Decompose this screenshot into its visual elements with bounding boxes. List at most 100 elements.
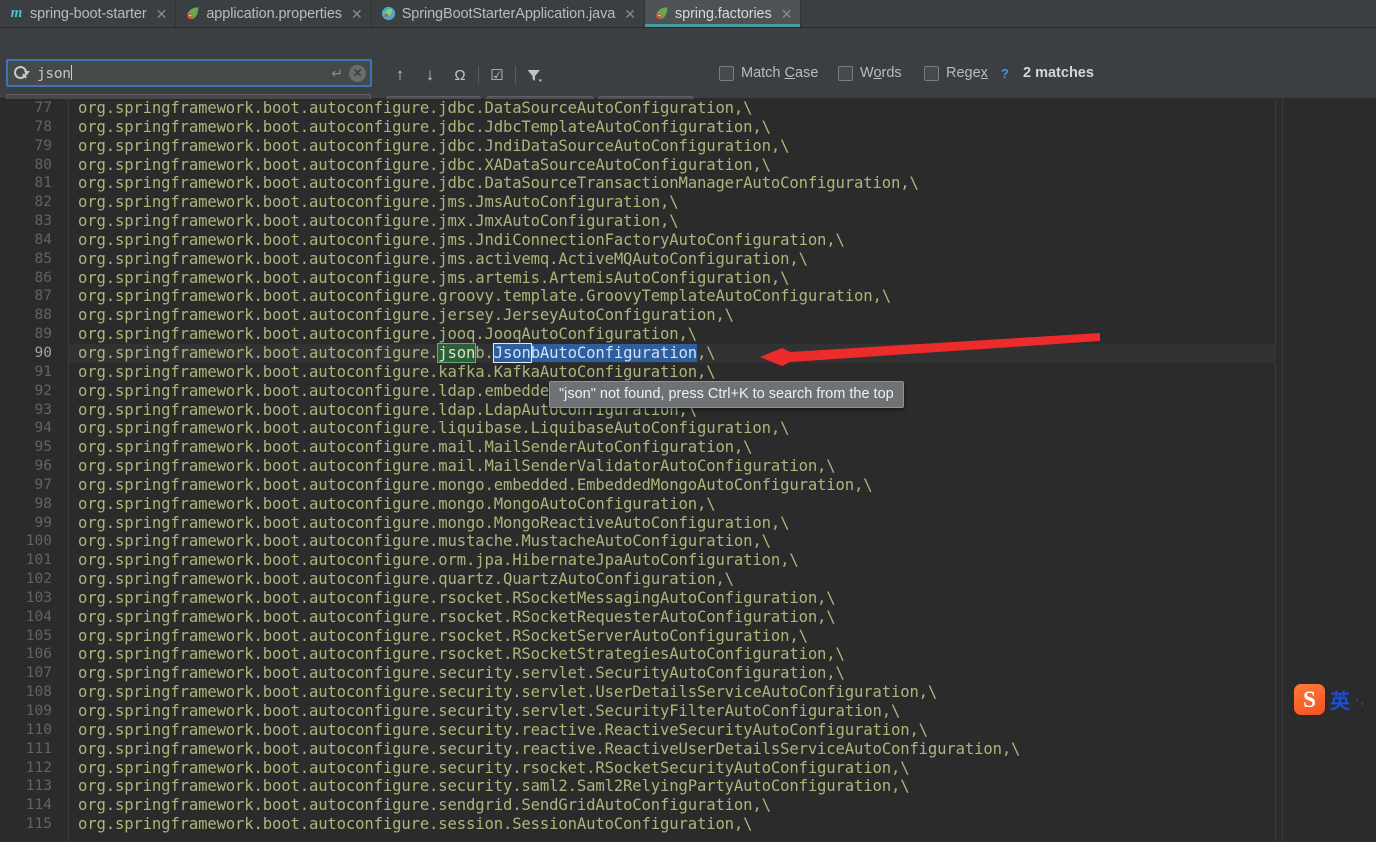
- code-line[interactable]: 83 org.springframework.boot.autoconfigure…: [0, 212, 1376, 231]
- code-line[interactable]: 85org.springframework.boot.autoconfigure…: [0, 250, 1376, 269]
- code-line[interactable]: 79org.springframework.boot.autoconfigure…: [0, 137, 1376, 156]
- editor-tab-springbootstarterapplication-java[interactable]: SpringBootStarterApplication.java ✕: [372, 0, 645, 27]
- code-line[interactable]: 104org.springframework.boot.autoconfigur…: [0, 608, 1376, 627]
- code-line[interactable]: 87org.springframework.boot.autoconfigure…: [0, 287, 1376, 306]
- ime-punctuation-icon[interactable]: ·,: [1355, 692, 1365, 707]
- code-line[interactable]: 111org.springframework.boot.autoconfigur…: [0, 740, 1376, 759]
- line-number: 83: [0, 212, 52, 231]
- code-line[interactable]: 107org.springframework.boot.autoconfigur…: [0, 664, 1376, 683]
- find-next-icon[interactable]: ↓: [415, 61, 445, 89]
- code-line[interactable]: 94org.springframework.boot.autoconfigure…: [0, 419, 1376, 438]
- editor-tab-application-properties[interactable]: application.properties✕: [176, 0, 371, 27]
- words-checkbox[interactable]: [838, 66, 853, 81]
- code-line[interactable]: 113org.springframework.boot.autoconfigur…: [0, 777, 1376, 796]
- regex-help-icon[interactable]: ?: [1001, 66, 1009, 81]
- code-line[interactable]: 115org.springframework.boot.autoconfigur…: [0, 815, 1376, 834]
- tab-close-icon[interactable]: ✕: [156, 7, 168, 21]
- code-line[interactable]: 100org.springframework.boot.autoconfigur…: [0, 532, 1376, 551]
- tab-close-icon[interactable]: ✕: [781, 7, 793, 21]
- maven-module-icon: m: [9, 6, 24, 21]
- code-line[interactable]: 95org.springframework.boot.autoconfigure…: [0, 438, 1376, 457]
- regex-checkbox[interactable]: [924, 66, 939, 81]
- option-regex[interactable]: Regex ?: [924, 65, 1009, 81]
- code-line[interactable]: 99 org.springframework.boot.autoconfigure…: [0, 514, 1376, 533]
- code-line[interactable]: 84org.springframework.boot.autoconfigure…: [0, 231, 1376, 250]
- code-line[interactable]: 103 org.springframework.boot.autoconfigur…: [0, 589, 1376, 608]
- line-number: 82: [0, 193, 52, 212]
- code-line[interactable]: 91org.springframework.boot.autoconfigure…: [0, 363, 1376, 382]
- code-text: org.springframework.boot.autoconfigure.o…: [78, 551, 799, 570]
- line-number: 95: [0, 438, 52, 457]
- spring-leaf-icon: [654, 6, 669, 21]
- code-text: org.springframework.boot.autoconfigure.r…: [78, 589, 836, 608]
- line-number: 106: [0, 645, 52, 664]
- add-selection-icon[interactable]: ☑: [482, 61, 512, 89]
- code-line[interactable]: 97org.springframework.boot.autoconfigure…: [0, 476, 1376, 495]
- match-case-checkbox[interactable]: [719, 66, 734, 81]
- sogou-ime-widget[interactable]: S 英 ·,: [1294, 684, 1365, 715]
- search-input[interactable]: json ↵ ✕: [6, 59, 372, 87]
- sogou-logo-icon[interactable]: S: [1294, 684, 1325, 715]
- code-line[interactable]: 77org.springframework.boot.autoconfigure…: [0, 99, 1376, 118]
- line-number: 99: [0, 514, 52, 533]
- code-line[interactable]: 112org.springframework.boot.autoconfigur…: [0, 759, 1376, 778]
- code-line[interactable]: 78org.springframework.boot.autoconfigure…: [0, 118, 1376, 137]
- line-number: 108: [0, 683, 52, 702]
- code-line[interactable]: 82 org.springframework.boot.autoconfigure…: [0, 193, 1376, 212]
- line-number: 98: [0, 495, 52, 514]
- code-text: org.springframework.boot.autoconfigure.s…: [78, 815, 752, 834]
- find-toolbar: ↑ ↓ Ω ☑: [385, 61, 549, 89]
- selection-highlight: bAutoConfiguration: [531, 344, 697, 362]
- tab-close-icon[interactable]: ✕: [624, 7, 636, 21]
- tab-close-icon[interactable]: ✕: [351, 7, 363, 21]
- code-line[interactable]: 90org.springframework.boot.autoconfigure…: [0, 344, 1376, 363]
- line-number: 85: [0, 250, 52, 269]
- code-text: org.springframework.boot.autoconfigure.s…: [78, 664, 845, 683]
- line-number: 105: [0, 627, 52, 646]
- code-fragment: b.: [475, 344, 493, 362]
- code-text: org.springframework.boot.autoconfigure.s…: [78, 759, 909, 778]
- filter-icon[interactable]: [519, 61, 549, 89]
- code-line[interactable]: 105 org.springframework.boot.autoconfigur…: [0, 627, 1376, 646]
- code-line[interactable]: 101org.springframework.boot.autoconfigur…: [0, 551, 1376, 570]
- filter-glyph: [526, 68, 543, 83]
- line-number: 93: [0, 401, 52, 420]
- line-number: 103: [0, 589, 52, 608]
- code-text: org.springframework.boot.autoconfigure.j…: [78, 306, 734, 325]
- code-line[interactable]: 102org.springframework.boot.autoconfigur…: [0, 570, 1376, 589]
- code-line[interactable]: 108org.springframework.boot.autoconfigur…: [0, 683, 1376, 702]
- option-match-case[interactable]: Match Case: [719, 65, 818, 81]
- code-line[interactable]: 81org.springframework.boot.autoconfigure…: [0, 174, 1376, 193]
- tab-label: SpringBootStarterApplication.java: [402, 6, 616, 22]
- code-line[interactable]: 106org.springframework.boot.autoconfigur…: [0, 645, 1376, 664]
- select-all-occurrences-icon[interactable]: Ω: [445, 61, 475, 89]
- line-number: 102: [0, 570, 52, 589]
- code-text: org.springframework.boot.autoconfigure.m…: [78, 514, 789, 533]
- line-number: 92: [0, 382, 52, 401]
- code-text: org.springframework.boot.autoconfigure.j…: [78, 212, 679, 231]
- code-line[interactable]: 109org.springframework.boot.autoconfigur…: [0, 702, 1376, 721]
- option-label: Match Case: [741, 65, 818, 81]
- ime-language-indicator[interactable]: 英: [1330, 685, 1350, 714]
- active-match-box: Json: [494, 344, 531, 362]
- code-line[interactable]: 89org.springframework.boot.autoconfigure…: [0, 325, 1376, 344]
- code-line[interactable]: 114org.springframework.boot.autoconfigur…: [0, 796, 1376, 815]
- code-line[interactable]: 86org.springframework.boot.autoconfigure…: [0, 269, 1376, 288]
- code-text: org.springframework.boot.autoconfigure.m…: [78, 457, 836, 476]
- editor-tab-spring-factories[interactable]: spring.factories✕: [645, 0, 801, 27]
- code-line[interactable]: 110org.springframework.boot.autoconfigur…: [0, 721, 1376, 740]
- code-text: org.springframework.boot.autoconfigure.j…: [78, 193, 679, 212]
- editor-tab-spring-boot-starter[interactable]: mspring-boot-starter✕: [0, 0, 176, 27]
- code-line[interactable]: 96org.springframework.boot.autoconfigure…: [0, 457, 1376, 476]
- code-editor[interactable]: 77org.springframework.boot.autoconfigure…: [0, 99, 1376, 842]
- code-line[interactable]: 80org.springframework.boot.autoconfigure…: [0, 156, 1376, 175]
- line-number: 89: [0, 325, 52, 344]
- toolbar-divider-2: [515, 66, 516, 84]
- code-line[interactable]: 98org.springframework.boot.autoconfigure…: [0, 495, 1376, 514]
- find-previous-icon[interactable]: ↑: [385, 61, 415, 89]
- code-line[interactable]: 88org.springframework.boot.autoconfigure…: [0, 306, 1376, 325]
- spring-boot-class-icon: [381, 6, 396, 21]
- clear-search-icon[interactable]: ✕: [349, 65, 366, 82]
- code-text: org.springframework.boot.autoconfigure.r…: [78, 627, 808, 646]
- option-words[interactable]: Words: [838, 65, 902, 81]
